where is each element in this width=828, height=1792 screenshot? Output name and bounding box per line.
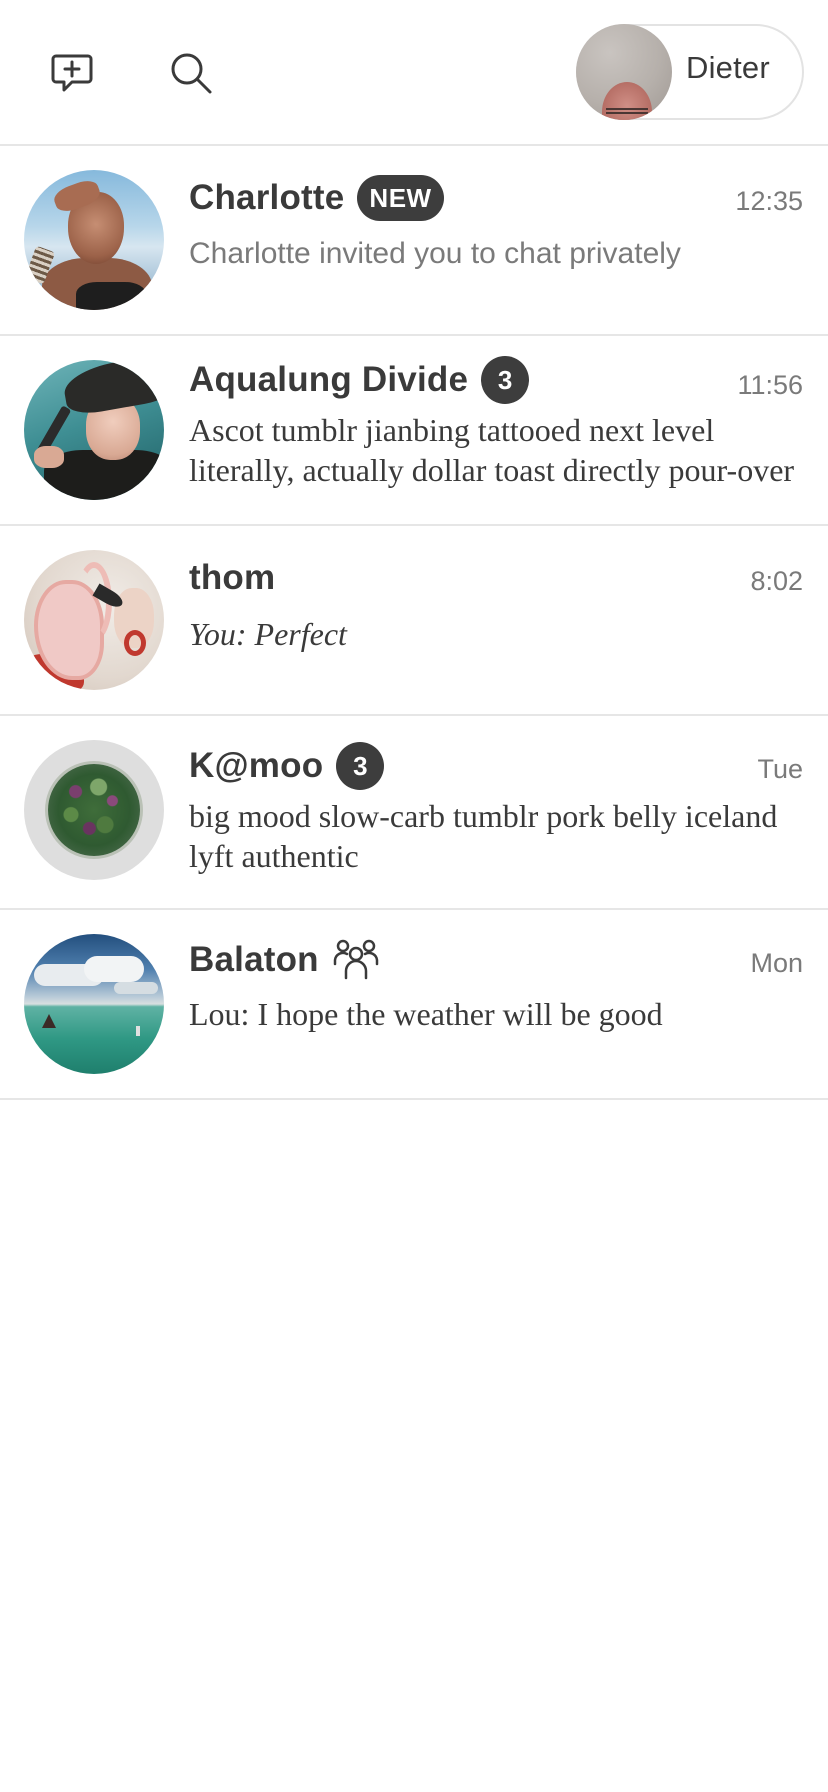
conversation-row-aqualung-divide[interactable]: Aqualung Divide 3 11:56 Ascot tumblr jia… — [0, 336, 828, 526]
profile-button[interactable]: Dieter — [576, 24, 804, 120]
timestamp: 11:56 — [737, 370, 803, 400]
unread-count-badge: 3 — [481, 356, 530, 404]
avatar — [24, 934, 164, 1074]
conversation-row-kmoo[interactable]: K@moo 3 Tue big mood slow-carb tumblr po… — [0, 716, 828, 910]
message-preview: big mood slow-carb tumblr pork belly ice… — [189, 798, 778, 874]
avatar — [24, 550, 164, 690]
profile-avatar — [576, 24, 672, 120]
contact-name: K@moo — [189, 746, 324, 785]
conversation-row-charlotte[interactable]: Charlotte NEW 12:35 Charlotte invited yo… — [0, 146, 828, 336]
app-header: Dieter — [0, 0, 828, 146]
contact-name: Balaton — [189, 940, 319, 979]
avatar — [24, 170, 164, 310]
timestamp: Mon — [750, 948, 803, 978]
timestamp: Tue — [757, 754, 803, 784]
search-button[interactable] — [162, 44, 220, 102]
avatar — [24, 740, 164, 880]
new-chat-button[interactable] — [43, 44, 101, 102]
group-icon — [333, 939, 378, 980]
conversation-list: Charlotte NEW 12:35 Charlotte invited yo… — [0, 146, 828, 1100]
timestamp: 12:35 — [735, 186, 803, 216]
contact-name: Charlotte — [189, 178, 345, 217]
contact-name: Aqualung Divide — [189, 360, 469, 399]
avatar — [24, 360, 164, 500]
profile-name: Dieter — [686, 50, 770, 85]
message-preview: Charlotte invited you to chat privately — [189, 237, 681, 270]
conversation-row-thom[interactable]: thom 8:02 You: Perfect — [0, 526, 828, 716]
unread-count-badge: 3 — [336, 742, 385, 790]
timestamp: 8:02 — [750, 566, 803, 596]
search-icon — [171, 53, 212, 94]
conversation-row-balaton[interactable]: Balaton Mon Lou: I hope the weather will… — [0, 910, 828, 1100]
new-badge: NEW — [357, 175, 444, 221]
new-chat-icon — [51, 54, 93, 92]
contact-name: thom — [189, 558, 276, 597]
message-preview: Lou: I hope the weather will be good — [189, 996, 663, 1032]
message-preview: You: Perfect — [189, 616, 347, 652]
message-preview: Ascot tumblr jianbing tattooed next leve… — [189, 412, 795, 488]
